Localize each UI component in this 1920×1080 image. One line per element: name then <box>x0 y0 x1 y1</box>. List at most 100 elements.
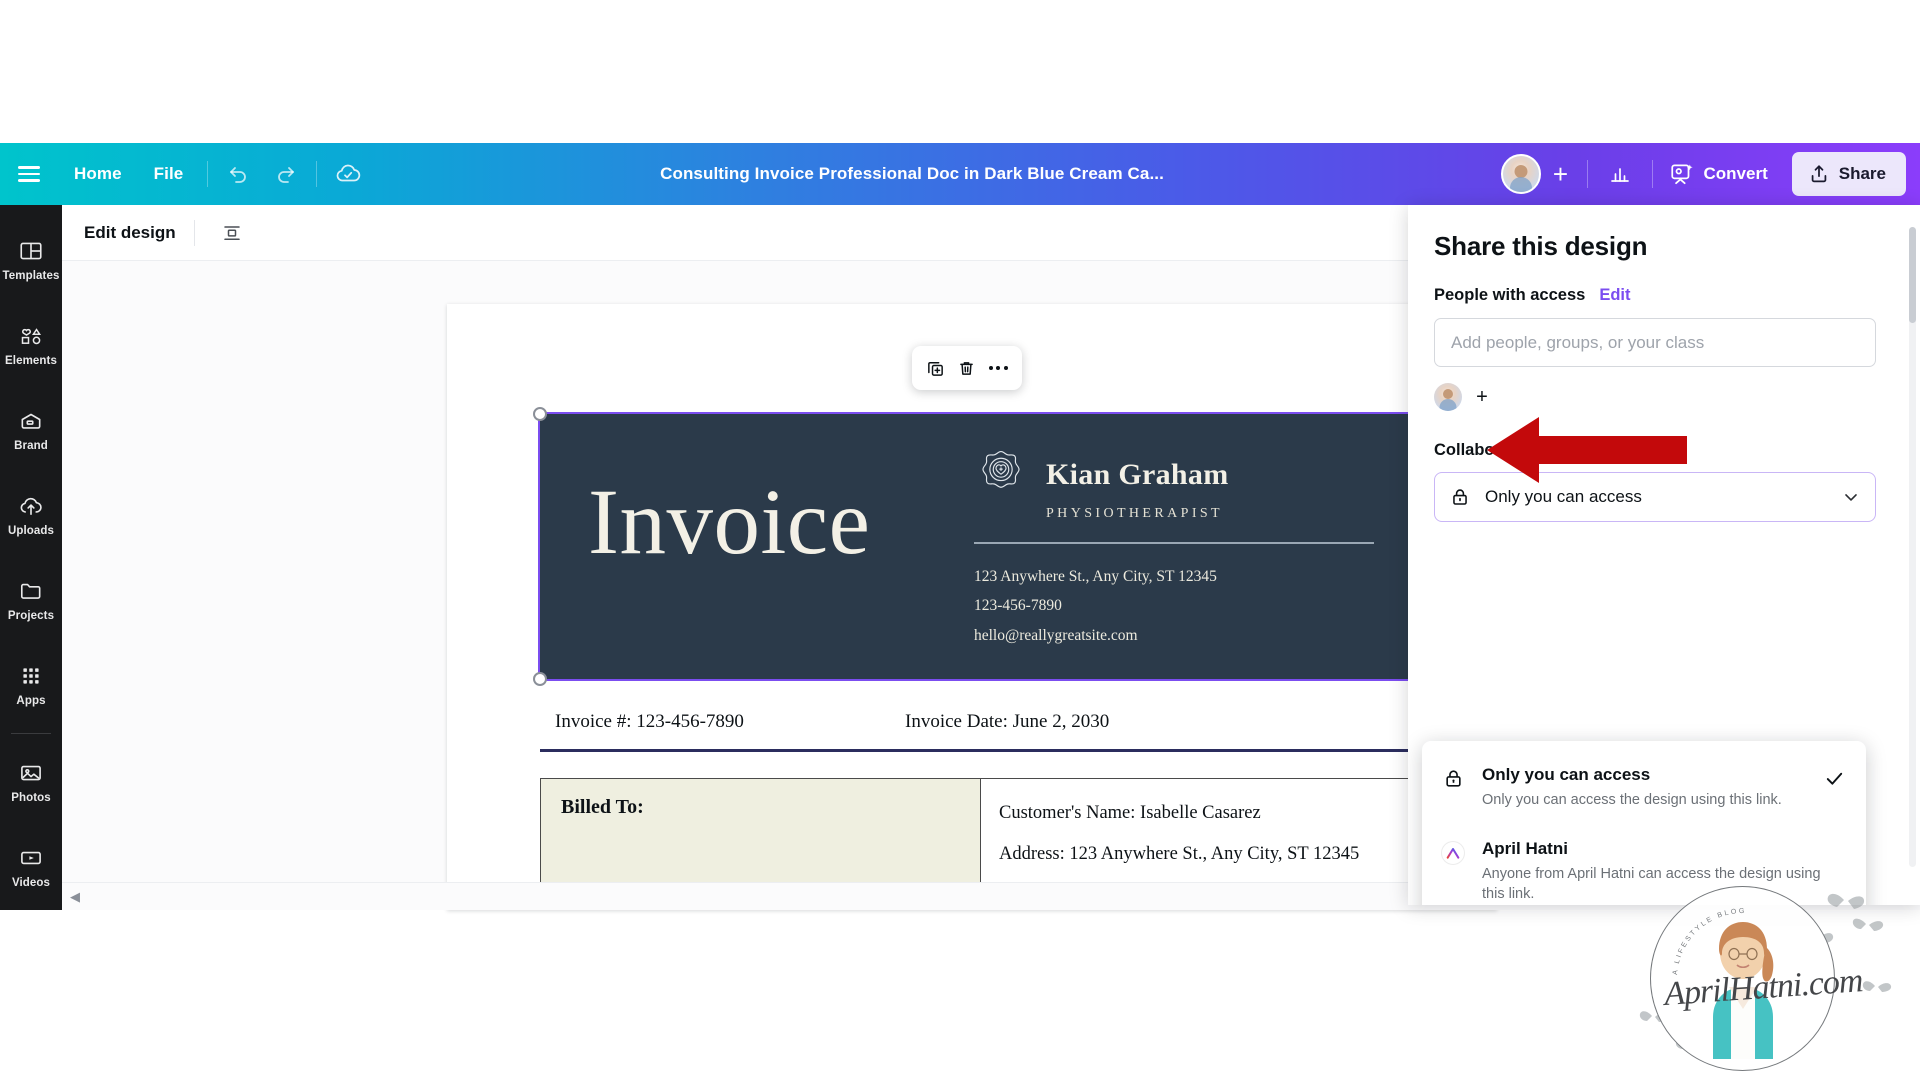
access-option-text: April Hatni Anyone from April Hatni can … <box>1482 839 1846 905</box>
chevron-down-icon <box>1845 494 1857 501</box>
invoice-meta-row: Invoice #: 123-456-7890 Invoice Date: Ju… <box>555 711 1435 733</box>
duplicate-icon[interactable] <box>922 354 950 382</box>
add-person-icon[interactable]: + <box>1468 383 1496 411</box>
toolbar-divider-4 <box>1651 160 1653 188</box>
sidebar-item-label: Templates <box>2 269 60 282</box>
sidebar-item-brand[interactable]: Brand <box>0 387 62 472</box>
selection-handle-bottom-left[interactable] <box>533 672 547 686</box>
access-option-april-hatni[interactable]: April Hatni Anyone from April Hatni can … <box>1422 825 1866 905</box>
projects-folder-icon <box>20 583 41 599</box>
page-top-whitespace <box>0 0 1920 143</box>
access-option-description: Anyone from April Hatni can access the d… <box>1482 865 1821 903</box>
customer-address: Address: 123 Anywhere St., Any City, ST … <box>999 843 1360 864</box>
sidebar-item-projects[interactable]: Projects <box>0 557 62 642</box>
people-with-access-label: People with access <box>1434 286 1586 304</box>
add-collaborator-icon[interactable]: + <box>1541 154 1581 194</box>
invoice-address: 123 Anywhere St., Any City, ST 12345 <box>974 568 1217 585</box>
undo-icon[interactable] <box>216 154 262 194</box>
access-option-title: April Hatni <box>1482 838 1568 858</box>
brand-mark-icon <box>1440 839 1466 905</box>
share-button[interactable]: Share <box>1791 152 1906 196</box>
invoice-divider-rule <box>974 542 1374 544</box>
user-avatar[interactable] <box>1500 154 1541 194</box>
invoice-date: Invoice Date: June 2, 2030 <box>905 711 1110 732</box>
convert-button[interactable]: Convert <box>1659 153 1782 195</box>
sidebar-item-photos[interactable]: Photos <box>0 740 62 825</box>
templates-icon <box>20 242 42 259</box>
editor-toolbar-divider <box>193 219 195 246</box>
watermark-circle: A LIFESTYLE BLOGGER <box>1650 886 1835 1071</box>
access-option-only-you[interactable]: Only you can access Only you can access … <box>1422 751 1866 825</box>
sidebar-item-apps[interactable]: Apps <box>0 642 62 727</box>
edit-design-button[interactable]: Edit design <box>84 223 176 243</box>
sidebar-item-label: Videos <box>11 877 51 890</box>
topbar-right-group: + Convert Share <box>1500 152 1920 196</box>
file-menu-button[interactable]: File <box>138 164 200 184</box>
convert-label: Convert <box>1703 164 1768 183</box>
sidebar-item-uploads[interactable]: Uploads <box>0 472 62 557</box>
uploads-icon <box>20 497 42 515</box>
sidebar-divider <box>11 733 51 734</box>
collapse-left-icon[interactable]: ◀ <box>70 889 80 905</box>
collaboration-link-select[interactable]: Only you can access <box>1434 472 1876 522</box>
watermark-text: AprilHatni.com <box>1662 962 1864 1013</box>
invoice-number: Invoice #: 123-456-7890 <box>555 711 744 732</box>
sidebar-item-label: Elements <box>5 354 57 367</box>
sidebar-item-label: Projects <box>7 609 55 622</box>
trash-icon[interactable] <box>953 354 981 382</box>
elements-icon <box>21 327 42 344</box>
app-top-bar: Home File Consulting Invoice Professiona… <box>0 143 1920 205</box>
member-avatar[interactable] <box>1434 383 1462 411</box>
invoice-meta-rule <box>540 749 1420 752</box>
medical-seal-icon <box>982 451 1020 488</box>
element-floating-toolbar <box>912 346 1022 390</box>
access-option-description: Only you can access the design using thi… <box>1482 792 1782 808</box>
photos-icon <box>21 766 41 781</box>
invoice-person-name: Kian Graham <box>1046 458 1229 491</box>
invoice-heading: Invoice <box>588 471 871 574</box>
access-option-title: Only you can access <box>1482 765 1651 784</box>
apps-grid-icon <box>23 667 39 684</box>
edit-access-link[interactable]: Edit <box>1599 286 1630 305</box>
check-icon <box>1826 772 1843 785</box>
sidebar-item-videos[interactable]: Videos <box>0 825 62 910</box>
invoice-person-row: Kian Graham <box>974 448 1374 502</box>
billed-to-box[interactable]: Billed To: Customer's Name: Isabelle Cas… <box>540 778 1420 904</box>
share-panel: Share this design People with access Edi… <box>1408 205 1920 905</box>
redo-icon[interactable] <box>262 154 308 194</box>
sidebar-item-label: Brand <box>14 439 48 452</box>
selected-access-value: Only you can access <box>1485 487 1642 506</box>
home-button[interactable]: Home <box>58 164 138 184</box>
cloud-check-icon[interactable] <box>325 154 371 194</box>
invoice-person-role: PHYSIOTHERAPIST <box>1046 506 1224 521</box>
toolbar-divider-3 <box>1586 160 1588 188</box>
videos-icon <box>21 852 41 865</box>
add-people-input[interactable]: Add people, groups, or your class <box>1434 318 1876 367</box>
sidebar-item-label: Uploads <box>7 524 55 537</box>
watermark-avatar-illustration <box>1712 922 1773 1059</box>
billed-to-label-cell: Billed To: <box>541 779 981 895</box>
hamburger-menu-icon[interactable] <box>0 166 58 182</box>
more-options-icon[interactable] <box>984 354 1012 382</box>
convert-magic-icon <box>1670 164 1693 185</box>
people-avatars-row: + <box>1434 383 1894 411</box>
left-sidebar: Templates Elements Brand Uploads Project… <box>0 205 62 910</box>
invoice-contact-block: Kian Graham PHYSIOTHERAPIST 123 Anywhere… <box>974 448 1374 650</box>
billed-to-label: Billed To: <box>561 796 644 818</box>
share-label: Share <box>1838 164 1886 183</box>
people-with-access-row: People with access Edit <box>1434 286 1894 305</box>
toolbar-divider-1 <box>207 161 209 187</box>
selection-handle-top-left[interactable] <box>533 407 547 421</box>
invoice-header-element[interactable]: Invoice Kian Graham PHYSIOTHERAPIST 123 … <box>538 412 1422 681</box>
toolbar-divider-2 <box>316 161 318 187</box>
page-layout-icon[interactable] <box>213 216 251 250</box>
sidebar-item-templates[interactable]: Templates <box>0 217 62 302</box>
sidebar-item-label: Apps <box>16 694 46 707</box>
add-people-placeholder: Add people, groups, or your class <box>1451 332 1705 352</box>
bar-chart-icon[interactable] <box>1594 153 1646 195</box>
billed-to-details-cell: Customer's Name: Isabelle Casarez Addres… <box>981 779 1419 904</box>
sidebar-item-elements[interactable]: Elements <box>0 302 62 387</box>
sidebar-item-label: Photos <box>11 792 51 805</box>
access-option-text: Only you can access Only you can access … <box>1482 765 1846 811</box>
invoice-email: hello@reallygreatsite.com <box>974 626 1138 644</box>
